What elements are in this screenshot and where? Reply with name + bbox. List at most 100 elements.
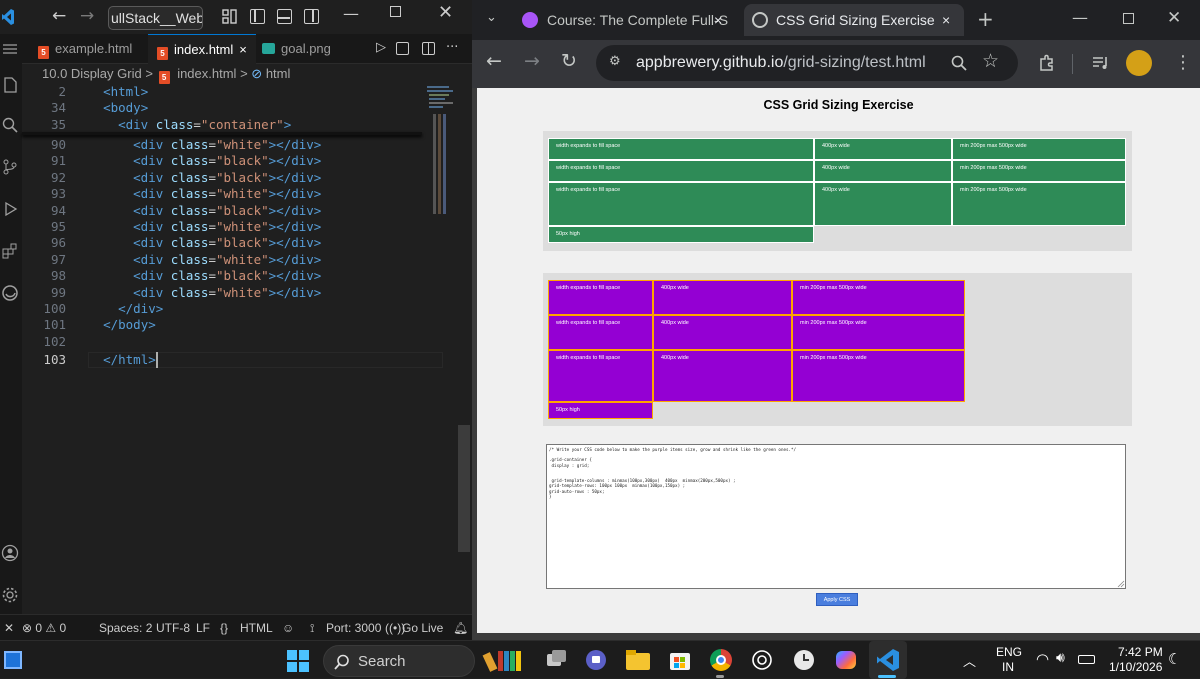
- chatgpt-icon[interactable]: [750, 648, 774, 672]
- toggle-secondary-sidebar-icon[interactable]: [304, 9, 319, 24]
- breadcrumb-symbol[interactable]: html: [266, 66, 291, 81]
- chrome-menu-icon[interactable]: ⋮: [1174, 52, 1192, 73]
- copilot-icon[interactable]: ☺: [282, 621, 294, 635]
- run-debug-icon[interactable]: [1, 200, 19, 218]
- show-hidden-icons-chevron-icon[interactable]: ︿: [963, 651, 976, 670]
- code-line[interactable]: 95 <div class="white"></div>: [22, 219, 442, 235]
- code-line[interactable]: 93 <div class="white"></div>: [22, 186, 442, 202]
- code-line[interactable]: 90 <div class="white"></div>: [22, 137, 442, 153]
- explorer-icon[interactable]: [1, 76, 19, 94]
- apply-css-button[interactable]: Apply CSS: [816, 593, 858, 606]
- tab-example-html[interactable]: 5 example.html: [28, 34, 148, 64]
- account-icon[interactable]: [1, 544, 19, 562]
- profile-avatar[interactable]: [1126, 50, 1152, 76]
- teams-meet-icon[interactable]: [584, 648, 608, 672]
- source-control-icon[interactable]: [1, 158, 19, 176]
- windows-start-icon[interactable]: [287, 650, 309, 672]
- css-code-textarea[interactable]: /* Write your CSS code below to make the…: [546, 444, 1126, 589]
- minimize-icon[interactable]: —: [1072, 8, 1088, 27]
- code-line[interactable]: 98 <div class="black"></div>: [22, 268, 442, 284]
- command-center-search[interactable]: ullStack__WebD: [108, 6, 203, 30]
- problems-indicator[interactable]: ⊗ 0 ⚠ 0: [22, 621, 66, 635]
- code-line[interactable]: 100 </div>: [22, 301, 442, 317]
- encoding-status[interactable]: UTF-8: [156, 621, 190, 635]
- breadcrumb-file[interactable]: index.html: [177, 66, 236, 81]
- clock-app-icon[interactable]: [792, 648, 816, 672]
- extensions-puzzle-icon[interactable]: [1038, 54, 1056, 72]
- close-window-icon[interactable]: ✕: [1167, 8, 1181, 28]
- edge-tools-icon[interactable]: [1, 284, 19, 302]
- code-line[interactable]: 101 </body>: [22, 317, 442, 333]
- menu-icon[interactable]: [1, 40, 19, 58]
- vscode-minimized-window-icon[interactable]: [4, 651, 22, 669]
- notification-moon-icon[interactable]: ☾: [1168, 650, 1181, 668]
- settings-gear-icon[interactable]: [1, 586, 19, 604]
- microsoft-store-icon[interactable]: [668, 648, 692, 672]
- close-window-icon[interactable]: ✕: [438, 2, 453, 23]
- port-status[interactable]: Port: 3000: [326, 621, 381, 635]
- clock-time[interactable]: 7:42 PM: [1118, 645, 1163, 659]
- code-line[interactable]: 34 <body>: [22, 100, 442, 116]
- chrome-tab-grid-sizing[interactable]: CSS Grid Sizing Exercise ×: [744, 4, 964, 36]
- zoom-icon[interactable]: [951, 55, 967, 71]
- tab-goal-png[interactable]: goal.png: [256, 34, 356, 64]
- code-line[interactable]: 99 <div class="white"></div>: [22, 285, 442, 301]
- back-arrow-icon[interactable]: ←: [486, 50, 502, 72]
- taskbar-search-box[interactable]: Search: [323, 645, 475, 677]
- copilot-app-icon[interactable]: [834, 648, 858, 672]
- search-highlight-books-icon[interactable]: [482, 647, 524, 675]
- extensions-icon[interactable]: [1, 242, 19, 260]
- new-tab-button[interactable]: +: [977, 7, 994, 31]
- notifications-bell-icon[interactable]: 🔔︎: [453, 621, 468, 635]
- tab-close-icon[interactable]: ×: [239, 42, 247, 57]
- eol-status[interactable]: LF: [196, 621, 210, 635]
- forward-arrow-icon[interactable]: →: [524, 50, 540, 72]
- back-arrow-icon[interactable]: ←: [52, 6, 66, 26]
- tab-index-html[interactable]: 5 index.html ×: [148, 34, 256, 64]
- code-line[interactable]: 94 <div class="black"></div>: [22, 203, 442, 219]
- code-editor[interactable]: 2 <html> 34 <body> 35 <div class="containe…: [22, 84, 462, 614]
- breadcrumb-folder[interactable]: 10.0 Display Grid: [42, 66, 142, 81]
- maximize-icon[interactable]: [390, 6, 401, 17]
- address-bar[interactable]: ⚙ appbrewery.github.io/grid-sizing/test.…: [596, 45, 1018, 81]
- toggle-primary-sidebar-icon[interactable]: [250, 9, 265, 24]
- minimap[interactable]: [425, 84, 457, 214]
- code-line[interactable]: 2 <html>: [22, 84, 442, 100]
- tab-search-dropdown-icon[interactable]: ⌄: [486, 10, 497, 25]
- code-line[interactable]: 97 <div class="white"></div>: [22, 252, 442, 268]
- media-controls-icon[interactable]: [1092, 55, 1110, 71]
- input-language[interactable]: ENG: [996, 645, 1022, 659]
- customize-layout-icon[interactable]: [222, 9, 237, 24]
- code-line[interactable]: 91 <div class="black"></div>: [22, 153, 442, 169]
- language-mode-status[interactable]: HTML: [240, 621, 273, 635]
- forward-arrow-icon[interactable]: →: [80, 6, 94, 26]
- close-tab-icon[interactable]: ×: [714, 4, 722, 36]
- input-region[interactable]: IN: [1002, 660, 1014, 674]
- search-icon[interactable]: [1, 116, 19, 134]
- minimize-icon[interactable]: —: [343, 4, 359, 23]
- close-tab-icon[interactable]: ×: [942, 4, 950, 36]
- indentation-status[interactable]: Spaces: 2: [99, 621, 152, 635]
- task-view-icon[interactable]: [544, 648, 568, 672]
- chrome-taskbar-icon[interactable]: [709, 648, 733, 672]
- reload-icon[interactable]: ↻: [561, 50, 577, 72]
- maximize-icon[interactable]: [1123, 13, 1134, 24]
- editor-scrollbar[interactable]: [458, 425, 470, 552]
- split-editor-icon[interactable]: [422, 42, 435, 55]
- volume-icon[interactable]: 🔊︎: [1056, 649, 1065, 666]
- resize-grip-icon[interactable]: [1117, 580, 1125, 588]
- bookmark-star-icon[interactable]: ☆: [982, 50, 999, 72]
- run-icon[interactable]: ▷: [376, 40, 386, 55]
- toggle-panel-icon[interactable]: [277, 9, 292, 24]
- open-preview-icon[interactable]: [396, 42, 409, 55]
- code-line[interactable]: 92 <div class="black"></div>: [22, 170, 442, 186]
- battery-icon[interactable]: [1078, 655, 1095, 664]
- url-text[interactable]: appbrewery.github.io/grid-sizing/test.ht…: [636, 45, 926, 81]
- clock-date[interactable]: 1/10/2026: [1109, 660, 1162, 674]
- site-info-icon[interactable]: ⚙: [609, 54, 621, 69]
- code-line[interactable]: 102: [22, 334, 442, 350]
- more-actions-icon[interactable]: ···: [446, 40, 458, 55]
- remote-indicator-icon[interactable]: ✕: [4, 621, 14, 635]
- code-line[interactable]: 35 <div class="container">: [22, 117, 442, 133]
- chrome-tab-course[interactable]: Course: The Complete Full-S ×: [512, 4, 732, 36]
